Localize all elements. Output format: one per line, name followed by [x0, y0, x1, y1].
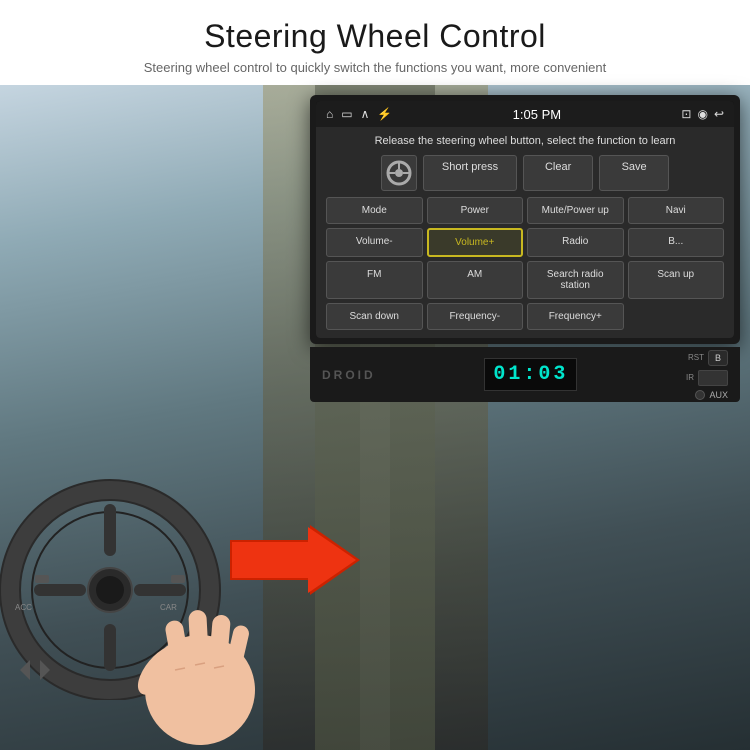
am-button[interactable]: AM — [427, 261, 524, 299]
mute-power-button[interactable]: Mute/Power up — [527, 197, 624, 224]
up-arrow-icon[interactable]: ∧ — [361, 107, 370, 121]
screen-icon[interactable]: ▭ — [341, 107, 352, 121]
home-icon[interactable]: ⌂ — [326, 107, 333, 121]
clock-display: 01:03 — [484, 358, 577, 391]
navi-button[interactable]: Navi — [628, 197, 725, 224]
device-container: ⌂ ▭ ∧ ⚡ 1:05 PM ⊡ ◉ ↩ — [310, 95, 740, 402]
brand-text: DROID — [322, 368, 376, 382]
location-icon[interactable]: ◉ — [697, 107, 707, 121]
steering-wheel-container: ACC CAR — [0, 370, 260, 720]
aux-port — [695, 390, 705, 400]
frequency-minus-button[interactable]: Frequency- — [427, 303, 524, 330]
search-radio-button[interactable]: Search radio station — [527, 261, 624, 299]
back-icon[interactable]: ↩ — [714, 107, 724, 121]
steering-wheel-icon-btn[interactable] — [381, 155, 417, 191]
ir-slot — [698, 370, 728, 386]
screen-display: ⌂ ▭ ∧ ⚡ 1:05 PM ⊡ ◉ ↩ — [316, 101, 734, 338]
aux-label: AUX — [709, 390, 728, 400]
grid-buttons: Mode Power Mute/Power up Navi Volume- Vo… — [326, 197, 724, 330]
usb-icon[interactable]: ⚡ — [377, 107, 392, 121]
volume-plus-button[interactable]: Volume+ — [427, 228, 524, 257]
screen-content: Release the steering wheel button, selec… — [316, 127, 734, 338]
fm-button[interactable]: FM — [326, 261, 423, 299]
red-arrow-svg — [230, 520, 360, 600]
instruction-text: Release the steering wheel button, selec… — [326, 135, 724, 147]
cast-icon[interactable]: ⊡ — [681, 107, 691, 121]
short-press-button[interactable]: Short press — [423, 155, 517, 191]
content-area: ACC CAR — [0, 85, 750, 750]
status-icons-left: ⌂ ▭ ∧ ⚡ — [326, 107, 392, 121]
page-title: Steering Wheel Control — [144, 18, 606, 55]
hardware-unit: DROID 01:03 RST B IR AUX — [310, 347, 740, 402]
rst-label: RST — [688, 353, 704, 362]
scan-up-button[interactable]: Scan up — [628, 261, 725, 299]
header-section: Steering Wheel Control Steering wheel co… — [124, 0, 626, 85]
b-hw-button[interactable]: B — [708, 350, 728, 366]
status-icons-right: ⊡ ◉ ↩ — [681, 107, 724, 121]
volume-minus-button[interactable]: Volume- — [326, 228, 423, 257]
top-button-row: Short press Clear Save — [326, 155, 724, 191]
hardware-controls-right: RST B IR AUX — [686, 350, 728, 400]
screen-bezel: ⌂ ▭ ∧ ⚡ 1:05 PM ⊡ ◉ ↩ — [310, 95, 740, 344]
save-button[interactable]: Save — [599, 155, 669, 191]
status-bar: ⌂ ▭ ∧ ⚡ 1:05 PM ⊡ ◉ ↩ — [316, 101, 734, 127]
ir-label: IR — [686, 373, 694, 382]
status-time: 1:05 PM — [513, 107, 561, 122]
clear-button[interactable]: Clear — [523, 155, 593, 191]
scan-down-button[interactable]: Scan down — [326, 303, 423, 330]
b-button[interactable]: B... — [628, 228, 725, 257]
page-wrapper: Steering Wheel Control Steering wheel co… — [0, 0, 750, 750]
mode-button[interactable]: Mode — [326, 197, 423, 224]
page-subtitle: Steering wheel control to quickly switch… — [144, 60, 606, 75]
arrow-container — [230, 520, 370, 620]
frequency-plus-button[interactable]: Frequency+ — [527, 303, 624, 330]
radio-button[interactable]: Radio — [527, 228, 624, 257]
svg-text:ACC: ACC — [15, 603, 32, 612]
power-button[interactable]: Power — [427, 197, 524, 224]
